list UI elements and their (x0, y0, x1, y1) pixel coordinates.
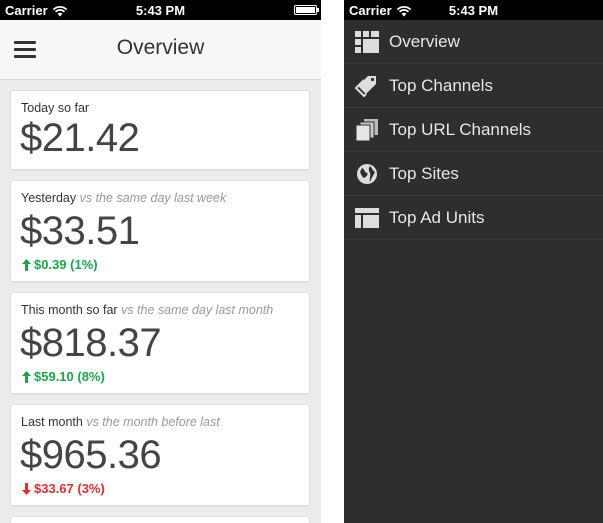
arrow-up-icon (22, 370, 31, 383)
card-label: Yesterday (21, 191, 77, 205)
status-bar: Carrier 5:43 PM (0, 0, 321, 20)
arrow-down-icon (22, 482, 31, 495)
page-title: Overview (116, 36, 205, 59)
card-delta-value: $59.10 (8%) (34, 369, 105, 384)
card-label: Today so far (21, 101, 90, 115)
card-delta: $0.39 (1%) (22, 257, 98, 272)
earnings-card-last-month[interactable]: Last month vs the month before last $965… (10, 404, 310, 506)
globe-icon (357, 164, 377, 184)
card-comparison: vs the month before last (86, 415, 220, 429)
earnings-card-today[interactable]: Today so far $21.42 (10, 90, 310, 170)
status-time: 5:43 PM (448, 3, 499, 18)
side-menu: Overview Top Channels Top URL Channels T… (344, 20, 603, 240)
card-delta: $33.67 (3%) (22, 481, 105, 496)
pages-icon (355, 119, 378, 142)
menu-item-label: Top Ad Units (389, 208, 485, 227)
menu-item-label: Top URL Channels (389, 120, 532, 139)
card-amount: $965.36 (20, 433, 162, 477)
card-label: This month so far (21, 303, 118, 317)
earnings-card-yesterday[interactable]: Yesterday vs the same day last week $33.… (10, 180, 310, 282)
overview-screen: Carrier 5:43 PM Overview Today so far $2… (0, 0, 321, 523)
battery-icon (294, 5, 319, 15)
card-amount: $33.51 (20, 209, 140, 253)
card-delta: $59.10 (8%) (22, 369, 105, 384)
card-amount: $21.42 (20, 116, 140, 160)
earnings-card-partial[interactable] (10, 516, 310, 523)
menu-item-top-channels[interactable]: Top Channels (344, 64, 603, 108)
card-comparison: vs the same day last month (121, 303, 274, 317)
layout-icon (355, 208, 379, 228)
card-delta-value: $0.39 (1%) (34, 257, 98, 272)
menu-screen: Carrier 5:43 PM Overview Top Channels To… (344, 0, 603, 523)
menu-item-label: Top Channels (389, 76, 493, 95)
earnings-card-this-month[interactable]: This month so far vs the same day last m… (10, 292, 310, 394)
navigation-bar: Overview (0, 20, 321, 80)
card-label: Last month (21, 415, 83, 429)
menu-item-label: Top Sites (389, 164, 459, 183)
menu-item-top-ad-units[interactable]: Top Ad Units (344, 196, 603, 240)
grid-icon (355, 31, 379, 53)
menu-item-top-sites[interactable]: Top Sites (344, 152, 603, 196)
status-bar: Carrier 5:43 PM (344, 0, 603, 20)
tags-icon (354, 76, 376, 98)
menu-item-overview[interactable]: Overview (344, 20, 603, 64)
status-time: 5:43 PM (135, 3, 186, 18)
menu-item-top-url-channels[interactable]: Top URL Channels (344, 108, 603, 152)
card-comparison: vs the same day last week (79, 191, 227, 205)
card-delta-value: $33.67 (3%) (34, 481, 105, 496)
arrow-up-icon (22, 258, 31, 271)
menu-item-label: Overview (389, 32, 460, 51)
card-amount: $818.37 (20, 321, 162, 365)
